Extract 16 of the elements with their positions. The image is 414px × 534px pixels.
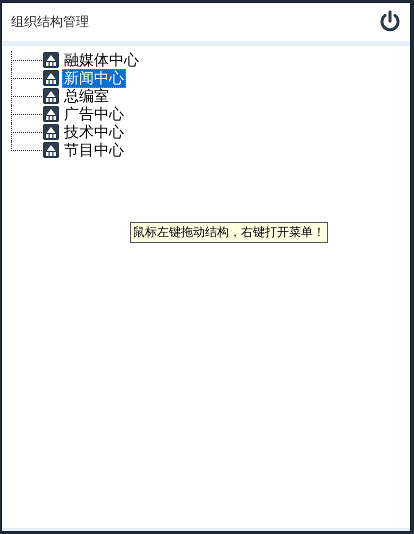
org-structure-icon (43, 124, 59, 140)
org-structure-icon (43, 88, 59, 104)
tree-item[interactable]: 新闻中心 (62, 68, 126, 88)
org-structure-icon (43, 106, 59, 122)
tree-item[interactable]: 总编室 (62, 86, 111, 106)
panel-title: 组织结构管理 (11, 14, 89, 31)
org-structure-icon (43, 142, 59, 158)
power-button[interactable] (378, 10, 402, 34)
tooltip: 鼠标左键拖动结构，右键打开菜单！ (130, 222, 328, 243)
tree-item[interactable]: 节目中心 (62, 140, 126, 160)
org-structure-icon (43, 70, 59, 86)
power-icon (378, 10, 402, 34)
tree-item[interactable]: 广告中心 (62, 104, 126, 124)
tree-item[interactable]: 融媒体中心 (62, 50, 141, 70)
tree-item[interactable]: 技术中心 (62, 122, 126, 142)
org-structure-icon (43, 52, 59, 68)
